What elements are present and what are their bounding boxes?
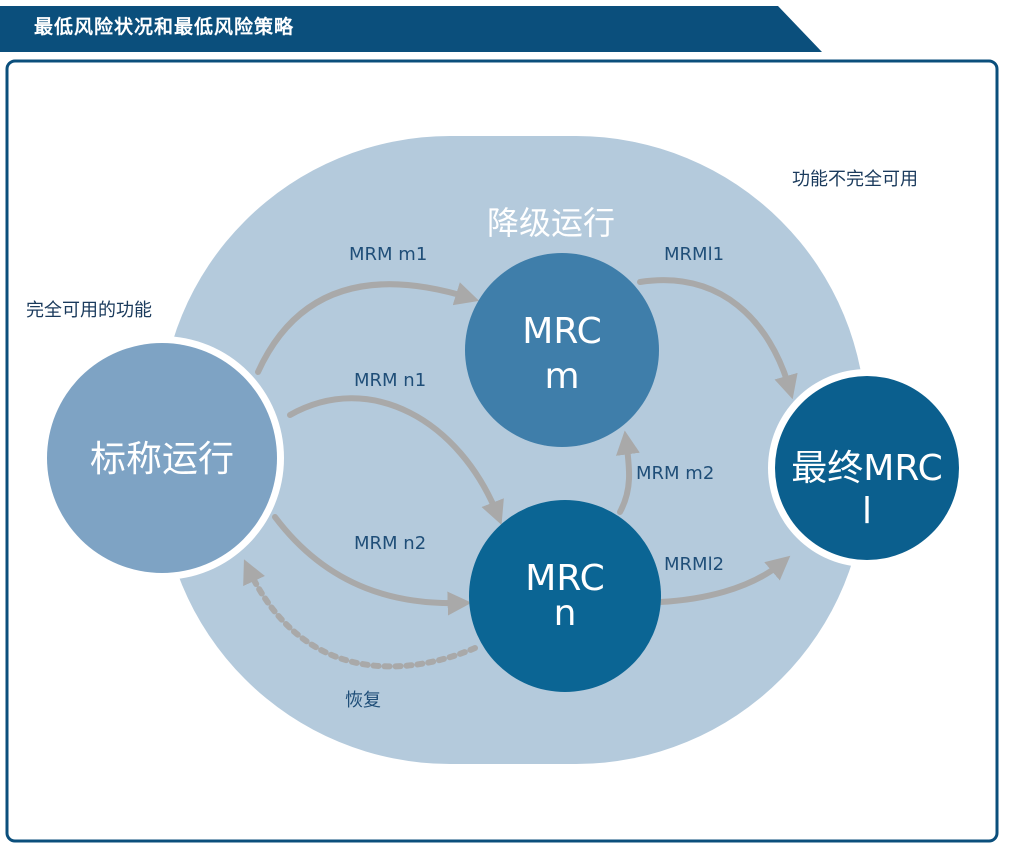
label-mrm-m2: MRM m2 [636,463,714,484]
node-final-line2: l [862,491,872,532]
label-mrm-l1: MRMl1 [664,244,724,265]
node-nominal-label: 标称运行 [90,439,234,480]
node-mrc-n-line2: n [554,593,577,634]
zone-title: 降级运行 [487,204,615,242]
label-mrm-n2: MRM n2 [354,533,426,554]
label-recover: 恢复 [345,690,381,711]
zone-label: 功能不完全可用 [792,169,918,190]
node-mrc-m-line2: m [544,356,579,397]
node-mrc-m-line1: MRC [522,311,601,352]
diagram: 功能不完全可用 完全可用的功能 降级运行 MRM m1 MRM n1 MRM n… [5,59,999,843]
label-mrm-m1: MRM m1 [349,244,427,265]
full-function-label: 完全可用的功能 [26,300,152,321]
label-mrm-n1: MRM n1 [354,370,426,391]
label-mrm-l2: MRMl2 [664,554,724,575]
node-final-line1: 最终MRC [791,448,942,489]
